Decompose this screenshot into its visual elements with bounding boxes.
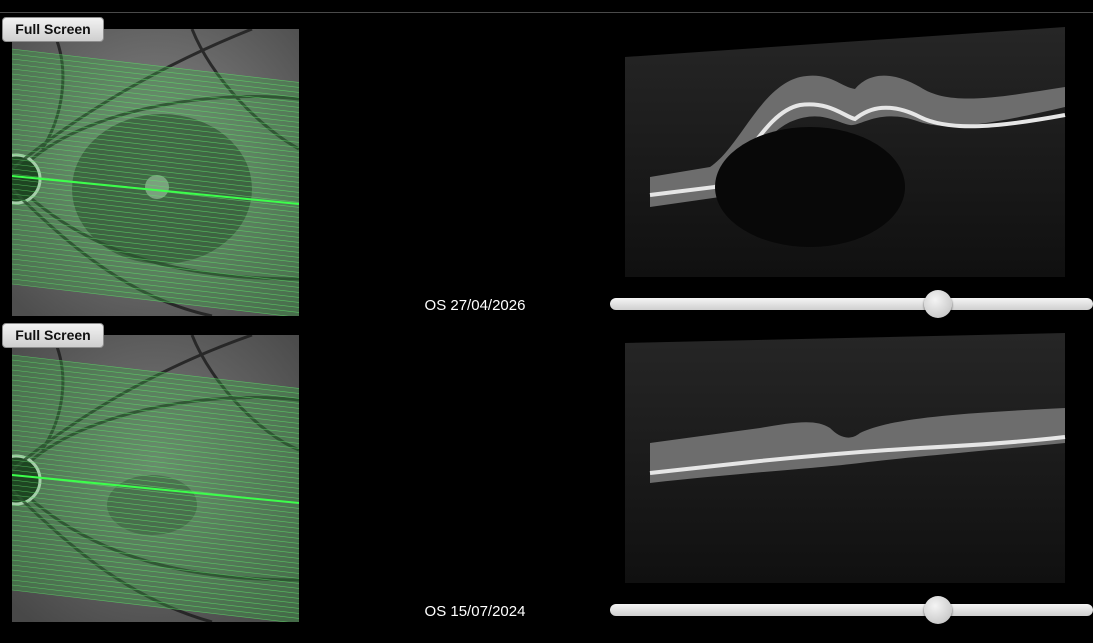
scan-row-2: Full Screen OS 15/07/2024	[0, 321, 1093, 627]
header-divider	[0, 12, 1093, 13]
visit-date-label: OS 15/07/2024	[424, 603, 526, 620]
bscan-slider[interactable]	[610, 596, 1093, 624]
bscan-slider[interactable]	[610, 290, 1093, 318]
slider-thumb[interactable]	[924, 596, 953, 624]
oct-bscan-image	[620, 27, 1070, 277]
fundus-image[interactable]	[12, 29, 299, 316]
scan-row-1: Full Screen OS 27/04/2026	[0, 15, 1093, 321]
slider-thumb[interactable]	[924, 290, 953, 318]
oct-bscan-image	[620, 333, 1070, 583]
full-screen-button[interactable]: Full Screen	[2, 17, 104, 42]
full-screen-button[interactable]: Full Screen	[2, 323, 104, 348]
sub-rpe-space	[715, 127, 905, 247]
visit-date-label: OS 27/04/2026	[424, 297, 526, 314]
fundus-image[interactable]	[12, 335, 299, 622]
